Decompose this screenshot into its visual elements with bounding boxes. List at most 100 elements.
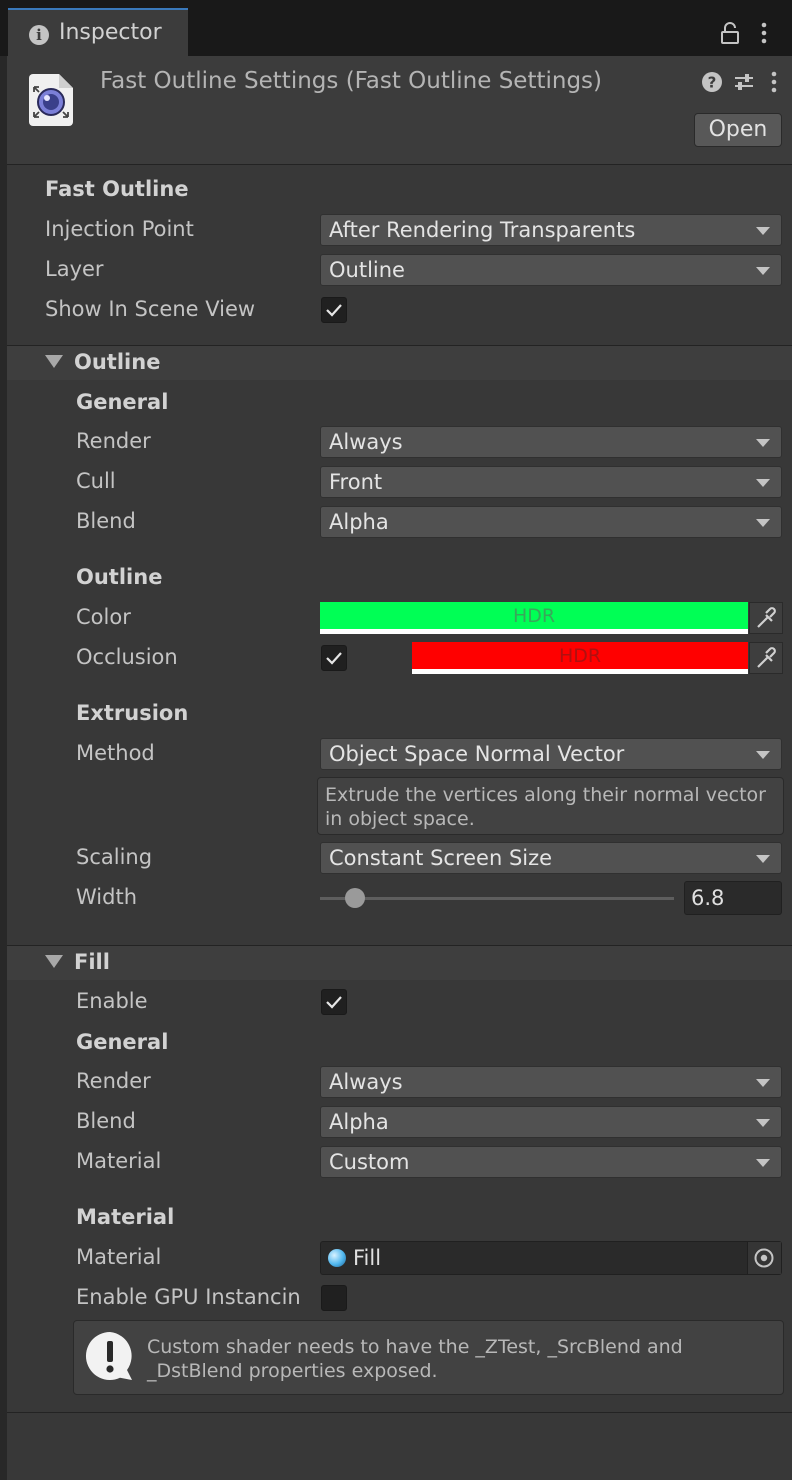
warning-help-box: Custom shader needs to have the _ZTest, … <box>73 1320 784 1395</box>
more-icon[interactable] <box>756 22 772 44</box>
fill-render-value: Always <box>329 1070 403 1094</box>
method-dropdown[interactable]: Object Space Normal Vector <box>320 738 782 770</box>
eyedropper-button[interactable] <box>749 642 783 674</box>
chevron-down-icon <box>756 267 770 275</box>
fill-material-mode-value: Custom <box>329 1150 410 1174</box>
left-edge <box>0 56 7 1480</box>
injection-point-label: Injection Point <box>45 217 194 241</box>
tab-inspector[interactable]: i Inspector <box>8 8 188 56</box>
fill-blend-dropdown[interactable]: Alpha <box>320 1106 782 1138</box>
foldout-expanded-icon[interactable] <box>45 355 63 368</box>
chevron-down-icon <box>756 1119 770 1127</box>
width-slider-track[interactable] <box>320 897 674 900</box>
material-icon <box>328 1249 346 1267</box>
material-object-field[interactable]: Fill <box>320 1241 782 1275</box>
method-value: Object Space Normal Vector <box>329 742 625 766</box>
fill-render-dropdown[interactable]: Always <box>320 1066 782 1098</box>
lock-icon[interactable] <box>720 22 740 44</box>
divider <box>7 1412 792 1413</box>
extrusion-heading: Extrusion <box>76 701 189 725</box>
show-in-scene-view-checkbox[interactable] <box>321 297 347 323</box>
outline-section-heading[interactable]: Outline <box>74 350 160 374</box>
preset-icon[interactable] <box>732 70 756 94</box>
width-slider-thumb[interactable] <box>344 888 365 908</box>
injection-point-dropdown[interactable]: After Rendering Transparents <box>320 214 782 246</box>
layer-dropdown[interactable]: Outline <box>320 254 782 286</box>
outline-general-heading: General <box>76 390 169 414</box>
outline-render-dropdown[interactable]: Always <box>320 426 782 458</box>
layer-label: Layer <box>45 257 104 281</box>
fill-section-heading[interactable]: Fill <box>74 950 110 974</box>
chevron-down-icon <box>756 855 770 863</box>
tab-label: Inspector <box>59 20 162 45</box>
help-icon[interactable]: ? <box>700 70 724 94</box>
outline-outline-heading: Outline <box>76 565 163 589</box>
gpu-instancing-label: Enable GPU Instancin <box>76 1285 301 1309</box>
method-help-line: in object space. <box>325 808 475 830</box>
chevron-down-icon <box>756 519 770 527</box>
chevron-down-icon <box>756 479 770 487</box>
info-icon: i <box>29 25 49 45</box>
foldout-expanded-icon[interactable] <box>45 955 63 968</box>
outline-blend-value: Alpha <box>329 510 389 534</box>
page-title: Fast Outline Settings (Fast Outline Sett… <box>100 68 603 94</box>
fill-enable-label: Enable <box>76 989 148 1013</box>
fill-blend-label: Blend <box>76 1109 136 1133</box>
occlusion-label: Occlusion <box>76 645 178 669</box>
eyedropper-icon <box>757 647 776 668</box>
outline-cull-value: Front <box>329 470 383 494</box>
target-icon <box>754 1248 774 1268</box>
open-button[interactable]: Open <box>694 113 782 147</box>
menu-icon[interactable] <box>764 70 784 94</box>
asset-file-icon <box>29 74 73 126</box>
fast-outline-heading: Fast Outline <box>45 177 189 201</box>
scaling-label: Scaling <box>76 845 153 869</box>
show-in-scene-view-label: Show In Scene View <box>45 297 256 321</box>
material-value: Fill <box>353 1246 382 1270</box>
outline-cull-dropdown[interactable]: Front <box>320 466 782 498</box>
alpha-bar <box>412 669 748 674</box>
scaling-dropdown[interactable]: Constant Screen Size <box>320 842 782 874</box>
width-number-field[interactable]: 6.8 <box>684 881 782 915</box>
warning-text-line: _DstBlend properties exposed. <box>147 1360 438 1382</box>
eyedropper-icon <box>757 607 776 628</box>
outline-blend-dropdown[interactable]: Alpha <box>320 506 782 538</box>
scaling-value: Constant Screen Size <box>329 846 553 870</box>
object-picker-button[interactable] <box>747 1242 781 1274</box>
color-label: Color <box>76 605 131 629</box>
outline-render-label: Render <box>76 429 151 453</box>
chevron-down-icon <box>756 439 770 447</box>
chevron-down-icon <box>756 751 770 759</box>
checkmark-icon <box>326 652 342 665</box>
fill-material-heading: Material <box>76 1205 175 1229</box>
outline-color-field[interactable]: HDR <box>320 602 748 634</box>
fill-render-label: Render <box>76 1069 151 1093</box>
method-help-box: Extrude the vertices along their normal … <box>317 777 784 835</box>
occlusion-checkbox[interactable] <box>321 645 347 671</box>
hdr-label: HDR <box>558 645 602 667</box>
layer-value: Outline <box>329 258 405 282</box>
eyedropper-button[interactable] <box>749 602 783 634</box>
checkmark-icon <box>326 304 342 317</box>
method-help-line: Extrude the vertices along their normal … <box>325 784 766 806</box>
chevron-down-icon <box>756 1159 770 1167</box>
occlusion-color-field[interactable]: HDR <box>412 642 748 674</box>
gpu-instancing-checkbox[interactable] <box>321 1285 347 1311</box>
outline-blend-label: Blend <box>76 509 136 533</box>
fill-enable-checkbox[interactable] <box>321 989 347 1015</box>
outline-cull-label: Cull <box>76 469 116 493</box>
fill-blend-value: Alpha <box>329 1110 389 1134</box>
checkmark-icon <box>326 996 342 1009</box>
chevron-down-icon <box>756 1079 770 1087</box>
fill-foldout[interactable] <box>7 945 792 980</box>
injection-point-value: After Rendering Transparents <box>329 218 636 242</box>
width-label: Width <box>76 885 138 909</box>
fill-material-mode-dropdown[interactable]: Custom <box>320 1146 782 1178</box>
fill-material-mode-label: Material <box>76 1149 162 1173</box>
alpha-bar <box>320 629 748 634</box>
hdr-label: HDR <box>512 605 556 627</box>
chevron-down-icon <box>756 227 770 235</box>
warning-text-line: Custom shader needs to have the _ZTest, … <box>147 1336 683 1358</box>
svg-text:?: ? <box>708 74 717 92</box>
fill-general-heading: General <box>76 1030 169 1054</box>
